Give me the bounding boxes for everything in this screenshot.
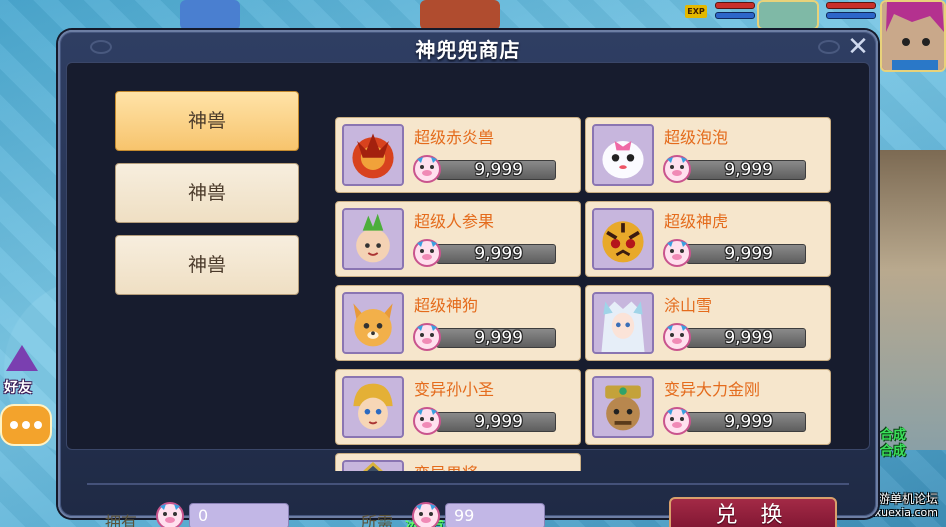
item-price: 9,999 bbox=[724, 412, 773, 432]
price-bar: 9,999 bbox=[686, 328, 806, 348]
required-label: 所需 bbox=[361, 513, 394, 527]
tab-divine-beast-2[interactable]: 神兽 bbox=[115, 163, 299, 223]
item-card[interactable]: 超级神狗 9,999 bbox=[335, 285, 581, 361]
item-name: 超级泡泡 bbox=[664, 128, 729, 147]
fox-girl-icon bbox=[592, 292, 654, 354]
item-card[interactable]: 变异大力金刚 9,999 bbox=[585, 369, 831, 445]
item-card[interactable]: 超级赤炎兽 9,999 bbox=[335, 117, 581, 193]
dog-pet-icon bbox=[342, 292, 404, 354]
pig-coin-icon bbox=[663, 239, 691, 267]
item-name: 超级神狗 bbox=[414, 296, 479, 315]
pig-coin-icon bbox=[413, 323, 441, 351]
scene-character-top bbox=[420, 0, 500, 30]
pet-hp-bar bbox=[715, 2, 755, 9]
item-card[interactable]: 超级泡泡 9,999 bbox=[585, 117, 831, 193]
price-bar: 9,999 bbox=[436, 412, 556, 432]
item-card[interactable]: 涂山雪 9,999 bbox=[585, 285, 831, 361]
chat-dot bbox=[22, 421, 30, 429]
pig-coin-icon bbox=[412, 502, 440, 527]
item-name: 变异大力金刚 bbox=[664, 380, 761, 399]
king-kong-icon bbox=[592, 376, 654, 438]
scene-gift-box bbox=[180, 0, 240, 30]
pig-coin-icon bbox=[663, 323, 691, 351]
item-price: 9,999 bbox=[724, 160, 773, 180]
price-bar: 9,999 bbox=[436, 244, 556, 264]
section-divider bbox=[87, 483, 849, 485]
general-icon bbox=[342, 460, 404, 471]
exchange-button[interactable]: 兑 换 bbox=[669, 497, 837, 527]
required-amount-field: 99 bbox=[445, 503, 545, 527]
wizard-hat-icon bbox=[6, 345, 38, 371]
item-price: 9,999 bbox=[474, 328, 523, 348]
pig-coin-icon bbox=[413, 155, 441, 183]
pig-coin-icon bbox=[413, 407, 441, 435]
chat-button[interactable] bbox=[0, 404, 52, 446]
price-bar: 9,999 bbox=[436, 328, 556, 348]
price-bar: 9,999 bbox=[686, 412, 806, 432]
friend-label: 好友 bbox=[4, 380, 32, 396]
item-price: 9,999 bbox=[474, 412, 523, 432]
item-card[interactable]: 变异孙小圣 9,999 bbox=[335, 369, 581, 445]
price-bar: 9,999 bbox=[686, 244, 806, 264]
item-card[interactable]: 超级人参果 9,999 bbox=[335, 201, 581, 277]
monkey-king-icon bbox=[342, 376, 404, 438]
pig-coin-icon bbox=[156, 502, 184, 527]
price-bar: 9,999 bbox=[436, 160, 556, 180]
player-mp-bar bbox=[826, 12, 876, 19]
tiger-pet-icon bbox=[592, 208, 654, 270]
item-name: 变异孙小圣 bbox=[414, 380, 495, 399]
tab-divine-beast-3[interactable]: 神兽 bbox=[115, 235, 299, 295]
item-price: 9,999 bbox=[724, 244, 773, 264]
item-price: 9,999 bbox=[474, 160, 523, 180]
fire-beast-icon bbox=[342, 124, 404, 186]
player-avatar-icon bbox=[882, 2, 944, 70]
ginseng-pet-icon bbox=[342, 208, 404, 270]
pig-coin-icon bbox=[663, 407, 691, 435]
chat-dot bbox=[10, 421, 18, 429]
close-button[interactable]: ✕ bbox=[844, 34, 872, 62]
item-name: 变异男将 bbox=[414, 460, 478, 471]
item-card[interactable]: 变异男将 bbox=[335, 453, 581, 471]
item-price: 9,999 bbox=[474, 244, 523, 264]
scene-ground-right bbox=[866, 150, 946, 450]
player-hp-bar bbox=[826, 2, 876, 9]
combine-label: 合成 bbox=[880, 444, 907, 459]
owned-label: 拥有 bbox=[105, 513, 138, 527]
bubble-pet-icon bbox=[592, 124, 654, 186]
shop-modal: 神兜兜商店 ✕ 神兽 神兽 神兽 超级赤炎兽 9,999 超级泡泡 9,999 bbox=[58, 30, 878, 527]
item-price: 9,999 bbox=[724, 328, 773, 348]
pet-portrait[interactable] bbox=[757, 0, 819, 30]
item-card[interactable]: 超级神虎 9,999 bbox=[585, 201, 831, 277]
shop-content: 神兽 神兽 神兽 超级赤炎兽 9,999 超级泡泡 9,999 超级人参果 9,… bbox=[66, 62, 870, 527]
tab-divine-beast-1[interactable]: 神兽 bbox=[115, 91, 299, 151]
owned-amount-field: 0 bbox=[189, 503, 289, 527]
chat-dot bbox=[34, 421, 42, 429]
item-name: 涂山雪 bbox=[664, 296, 713, 315]
item-name: 超级赤炎兽 bbox=[414, 128, 495, 147]
pet-mp-bar bbox=[715, 12, 755, 19]
pig-coin-icon bbox=[413, 239, 441, 267]
exp-tag: EXP bbox=[685, 5, 707, 18]
item-name: 超级人参果 bbox=[414, 212, 495, 231]
item-grid: 超级赤炎兽 9,999 超级泡泡 9,999 超级人参果 9,999 超级神虎 … bbox=[335, 117, 835, 471]
pig-coin-icon bbox=[663, 155, 691, 183]
player-portrait[interactable] bbox=[880, 0, 946, 72]
shop-title: 神兜兜商店 bbox=[415, 38, 521, 62]
price-bar: 9,999 bbox=[686, 160, 806, 180]
item-name: 超级神虎 bbox=[664, 212, 729, 231]
friend-button[interactable]: 好友 bbox=[0, 345, 48, 396]
